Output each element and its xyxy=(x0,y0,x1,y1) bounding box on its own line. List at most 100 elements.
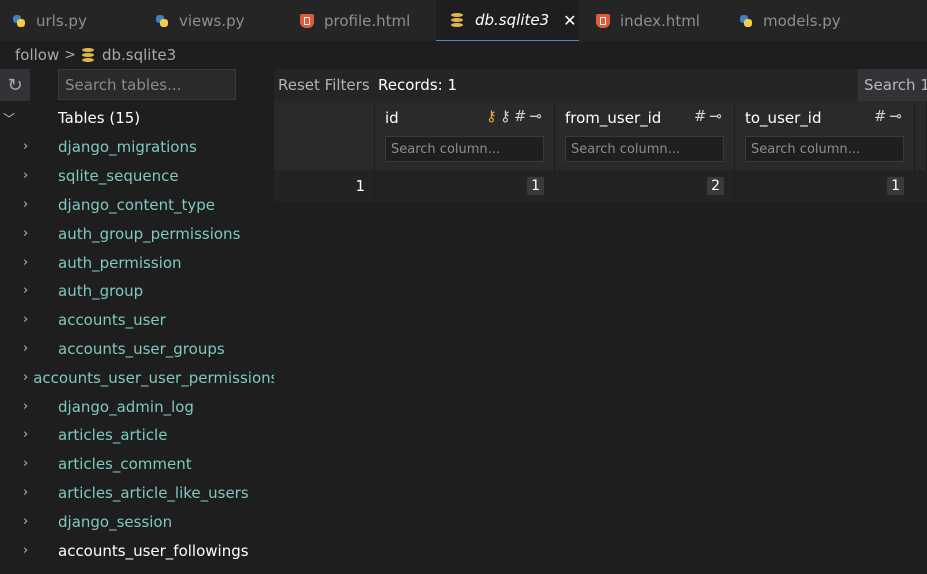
close-icon[interactable]: ✕ xyxy=(563,11,576,30)
chevron-right-icon: › xyxy=(23,168,29,183)
chevron-right-icon: › xyxy=(23,399,29,414)
table-name: articles_article xyxy=(58,425,168,444)
column-header-overflow xyxy=(915,101,927,170)
chevron-right-icon: › xyxy=(23,197,29,212)
tab-db-sqlite3[interactable]: db.sqlite3 ✕ xyxy=(436,0,579,41)
number-type-icon: # xyxy=(873,107,887,125)
table-name: django_admin_log xyxy=(58,397,194,416)
tab-urls-py[interactable]: urls.py xyxy=(12,0,87,41)
sidebar-item-table-selected[interactable]: › accounts_user_followings xyxy=(0,536,274,565)
cell-value: 2 xyxy=(707,177,724,195)
rownum-header xyxy=(274,101,375,170)
sidebar-item-table[interactable]: › django_session xyxy=(0,507,274,536)
column-name: to_user_id xyxy=(745,109,822,127)
chevron-right-icon: › xyxy=(23,427,29,442)
sidebar-item-table[interactable]: › sqlite_sequence xyxy=(0,161,274,190)
python-icon xyxy=(739,14,753,28)
cell-to-user-id[interactable]: 1 xyxy=(735,170,915,202)
table-row[interactable]: 1 1 2 1 xyxy=(274,170,927,202)
sidebar-item-table[interactable]: › articles_article_like_users xyxy=(0,478,274,507)
column-header-from-user-id[interactable]: from_user_id # ⊸ xyxy=(555,101,735,170)
cell-id[interactable]: 1 xyxy=(375,170,555,202)
tab-index-html[interactable]: index.html xyxy=(596,0,700,41)
table-name: articles_comment xyxy=(58,454,192,473)
table-name: django_migrations xyxy=(58,137,197,156)
table-name: sqlite_sequence xyxy=(58,166,179,185)
chevron-right-icon: › xyxy=(23,139,29,154)
tables-group-header[interactable]: ﹀ Tables (15) xyxy=(0,104,140,132)
column-search-input[interactable] xyxy=(385,136,544,162)
tab-label: profile.html xyxy=(324,11,411,30)
primary-key-icon: ⚷ xyxy=(485,107,497,125)
python-icon xyxy=(155,14,169,28)
column-header-to-user-id[interactable]: to_user_id # ⊸ xyxy=(735,101,915,170)
sidebar-item-table[interactable]: › articles_article xyxy=(0,420,274,449)
python-icon xyxy=(12,14,26,28)
table-name: auth_group_permissions xyxy=(58,224,241,243)
table-name: articles_article_like_users xyxy=(58,483,249,502)
chevron-right-icon: › xyxy=(23,456,29,471)
chevron-right-icon: › xyxy=(23,370,29,385)
pin-icon[interactable]: ⊸ xyxy=(709,107,722,125)
cell-from-user-id[interactable]: 2 xyxy=(555,170,735,202)
chevron-right-icon: › xyxy=(23,312,29,327)
chevron-right-icon: › xyxy=(23,514,29,529)
chevron-right-icon: › xyxy=(23,226,29,241)
table-name: auth_group xyxy=(58,281,144,300)
breadcrumb-file[interactable]: db.sqlite3 xyxy=(102,46,176,64)
sidebar-item-table[interactable]: › django_admin_log xyxy=(0,392,274,421)
column-search-input[interactable] xyxy=(565,136,724,162)
column-header-icons: # ⊸ xyxy=(694,107,722,125)
sidebar-item-table[interactable]: › django_content_type xyxy=(0,190,274,219)
pin-icon[interactable]: ⊸ xyxy=(889,107,902,125)
table-name: accounts_user_followings xyxy=(58,541,249,560)
pin-icon[interactable]: ⊸ xyxy=(529,107,542,125)
records-count: Records: 1 xyxy=(378,76,458,94)
column-name: id xyxy=(385,109,399,127)
column-search-input[interactable] xyxy=(745,136,904,162)
reset-filters-button[interactable]: Reset Filters xyxy=(278,69,370,101)
html-icon xyxy=(596,13,610,28)
grid-header-row: id ⚷ ⚷ # ⊸ from_user_id # ⊸ to_user_id #… xyxy=(274,101,927,170)
table-name: auth_permission xyxy=(58,253,182,272)
sidebar-item-table[interactable]: › accounts_user_user_permissions xyxy=(0,363,274,392)
tab-label: models.py xyxy=(763,11,841,30)
sidebar-item-table[interactable]: › auth_group xyxy=(0,276,274,305)
sidebar-item-table[interactable]: › auth_group_permissions xyxy=(0,219,274,248)
table-name: accounts_user_groups xyxy=(58,339,225,358)
search-tables-input[interactable] xyxy=(58,69,236,100)
number-type-icon: # xyxy=(513,107,527,125)
chevron-down-icon: ﹀ xyxy=(3,111,16,126)
column-header-icons: # ⊸ xyxy=(874,107,902,125)
table-name: accounts_user xyxy=(58,310,166,329)
cell-value: 1 xyxy=(887,177,904,195)
chevron-right-icon: › xyxy=(23,255,29,270)
tab-profile-html[interactable]: profile.html xyxy=(300,0,410,41)
refresh-icon[interactable]: ↻ xyxy=(0,69,30,101)
chevron-right-icon: › xyxy=(23,283,29,298)
global-search-field[interactable]: Search 1 xyxy=(858,69,927,101)
grid-toolbar: Reset Filters Records: 1 Search 1 xyxy=(274,69,927,101)
tab-label: db.sqlite3 xyxy=(475,11,550,29)
number-type-icon: # xyxy=(693,107,707,125)
tab-label: views.py xyxy=(179,11,245,30)
chevron-right-icon: › xyxy=(23,485,29,500)
html-icon xyxy=(300,13,314,28)
table-name: accounts_user_user_permissions xyxy=(33,368,274,387)
chevron-right-icon: › xyxy=(23,543,29,558)
tab-views-py[interactable]: views.py xyxy=(155,0,245,41)
column-name: from_user_id xyxy=(565,109,662,127)
sidebar-item-table[interactable]: › accounts_user xyxy=(0,305,274,334)
sidebar-item-table[interactable]: › articles_comment xyxy=(0,449,274,478)
cell-value: 1 xyxy=(527,177,544,195)
tab-label: index.html xyxy=(620,11,700,30)
key-icon: ⚷ xyxy=(499,107,511,125)
tables-count-label: Tables (15) xyxy=(58,109,141,127)
sidebar-item-table[interactable]: › auth_permission xyxy=(0,248,274,277)
sidebar-item-table[interactable]: › django_migrations xyxy=(0,132,274,161)
sidebar-item-table[interactable]: › accounts_user_groups xyxy=(0,334,274,363)
tab-models-py[interactable]: models.py xyxy=(739,0,841,41)
breadcrumb-folder[interactable]: follow xyxy=(15,46,59,64)
table-name: django_content_type xyxy=(58,195,216,214)
column-header-id[interactable]: id ⚷ ⚷ # ⊸ xyxy=(375,101,555,170)
